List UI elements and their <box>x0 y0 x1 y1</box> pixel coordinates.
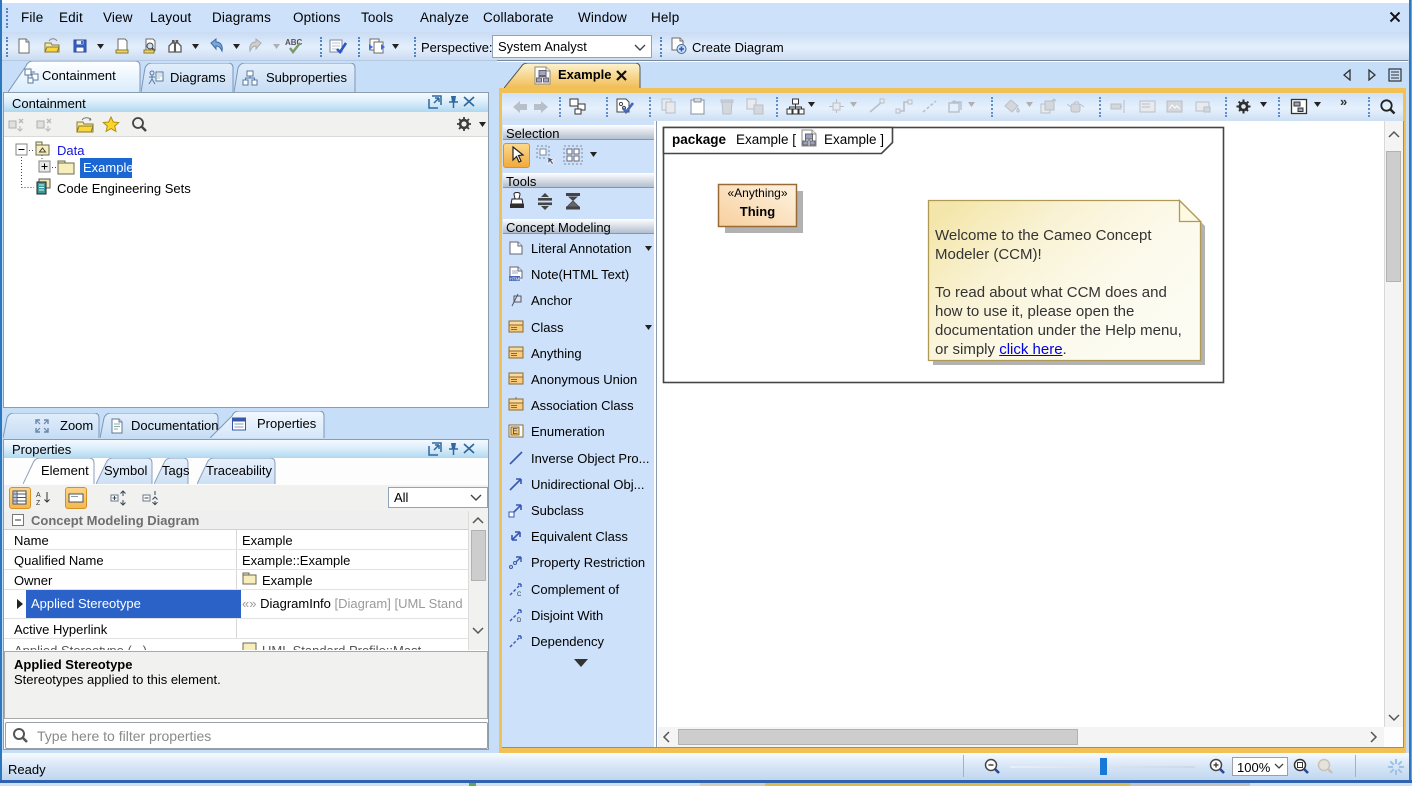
svg-text:C: C <box>517 592 522 597</box>
svg-text:E: E <box>513 427 518 436</box>
svg-text:A: A <box>36 492 41 499</box>
svg-text:D: D <box>517 618 522 623</box>
svg-text:Z: Z <box>36 500 41 506</box>
svg-text:HTML: HTML <box>510 277 523 282</box>
svg-text:ABC: ABC <box>285 38 303 47</box>
